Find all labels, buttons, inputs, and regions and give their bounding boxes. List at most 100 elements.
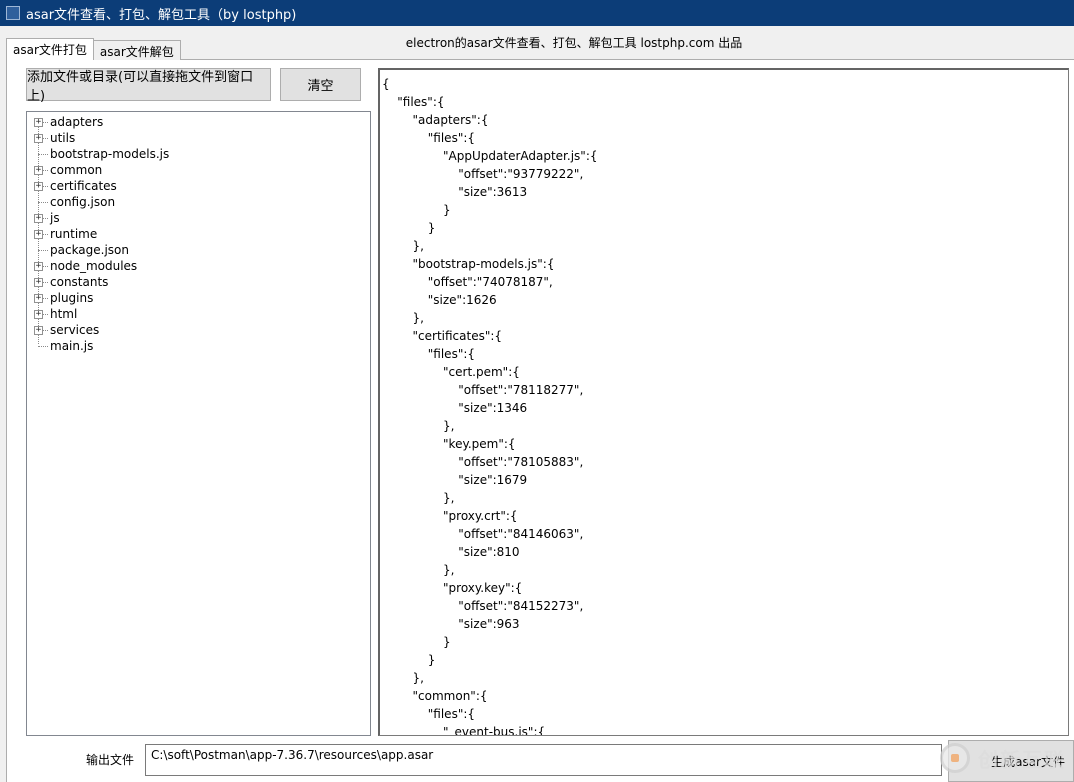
expand-icon[interactable]: + bbox=[34, 230, 43, 239]
json-line: }, bbox=[382, 419, 455, 433]
tree-branch-line bbox=[43, 186, 48, 187]
tree-branch-line bbox=[43, 298, 48, 299]
json-line: }, bbox=[382, 239, 424, 253]
tree-item[interactable]: + js bbox=[27, 210, 370, 226]
tree-item-label: node_modules bbox=[50, 259, 138, 273]
tree-item[interactable]: + certificates bbox=[27, 178, 370, 194]
tree-item-label: runtime bbox=[50, 227, 98, 241]
json-line: "files":{ bbox=[382, 95, 445, 109]
json-line: "cert.pem":{ bbox=[382, 365, 520, 379]
tree-branch-line bbox=[43, 122, 48, 123]
json-line: }, bbox=[382, 671, 424, 685]
json-line: { bbox=[382, 77, 390, 91]
tree-item-label: config.json bbox=[50, 195, 116, 209]
tree-item[interactable]: main.js bbox=[27, 338, 370, 354]
json-line: } bbox=[382, 635, 451, 649]
json-line: "size":1626 bbox=[382, 293, 497, 307]
json-line: "size":3613 bbox=[382, 185, 528, 199]
tree-item[interactable]: + plugins bbox=[27, 290, 370, 306]
tree-item[interactable]: + constants bbox=[27, 274, 370, 290]
expand-icon[interactable]: + bbox=[34, 278, 43, 287]
file-tree[interactable]: + adapters + utils bootstrap-models.js + commo… bbox=[26, 111, 371, 736]
tree-leaf-line bbox=[38, 250, 48, 251]
json-line: "_event-bus.js":{ bbox=[382, 725, 546, 736]
clear-button[interactable]: 清空 bbox=[280, 68, 361, 101]
generate-asar-button[interactable]: 生成asar文件 bbox=[948, 740, 1074, 782]
app-icon bbox=[6, 6, 20, 20]
json-line: "AppUpdaterAdapter.js":{ bbox=[382, 149, 598, 163]
json-line: }, bbox=[382, 491, 455, 505]
json-line: } bbox=[382, 203, 451, 217]
tree-item-label: plugins bbox=[50, 291, 94, 305]
tree-item-label: services bbox=[50, 323, 100, 337]
tree-item-label: bootstrap-models.js bbox=[50, 147, 170, 161]
json-line: "common":{ bbox=[382, 689, 488, 703]
json-line: "offset":"93779222", bbox=[382, 167, 584, 181]
json-line: "key.pem":{ bbox=[382, 437, 516, 451]
tree-item[interactable]: + utils bbox=[27, 130, 370, 146]
tree-item[interactable]: + adapters bbox=[27, 114, 370, 130]
tree-item-label: main.js bbox=[50, 339, 94, 353]
json-line: "offset":"78105883", bbox=[382, 455, 584, 469]
tree-item[interactable]: + node_modules bbox=[27, 258, 370, 274]
tree-branch-line bbox=[43, 314, 48, 315]
json-line: "files":{ bbox=[382, 347, 476, 361]
tree-item-label: utils bbox=[50, 131, 76, 145]
json-line: "bootstrap-models.js":{ bbox=[382, 257, 555, 271]
tree-branch-line bbox=[43, 218, 48, 219]
tree-leaf-line bbox=[38, 346, 48, 347]
tree-item[interactable]: + common bbox=[27, 162, 370, 178]
expand-icon[interactable]: + bbox=[34, 294, 43, 303]
tree-item-label: common bbox=[50, 163, 103, 177]
tree-leaf-line bbox=[38, 202, 48, 203]
add-files-button[interactable]: 添加文件或目录(可以直接拖文件到窗口上) bbox=[26, 68, 271, 104]
json-line: "size":1679 bbox=[382, 473, 528, 487]
tree-item[interactable]: config.json bbox=[27, 194, 370, 210]
tree-branch-line bbox=[43, 138, 48, 139]
expand-icon[interactable]: + bbox=[34, 310, 43, 319]
expand-icon[interactable]: + bbox=[34, 182, 43, 191]
expand-icon[interactable]: + bbox=[34, 134, 43, 143]
tab-bar: asar文件打包 asar文件解包 bbox=[6, 38, 181, 60]
tab-pack[interactable]: asar文件打包 bbox=[6, 38, 94, 60]
tree-item[interactable]: + services bbox=[27, 322, 370, 338]
json-line: "proxy.crt":{ bbox=[382, 509, 518, 523]
json-line: "adapters":{ bbox=[382, 113, 489, 127]
tree-item-label: constants bbox=[50, 275, 109, 289]
json-line: }, bbox=[382, 311, 424, 325]
expand-icon[interactable]: + bbox=[34, 214, 43, 223]
tree-item[interactable]: + html bbox=[27, 306, 370, 322]
tree-item[interactable]: package.json bbox=[27, 242, 370, 258]
tree-item-label: certificates bbox=[50, 179, 117, 193]
output-label: 输出文件 bbox=[86, 753, 135, 767]
json-line: "offset":"78118277", bbox=[382, 383, 584, 397]
json-line: "files":{ bbox=[382, 707, 476, 721]
tree-item[interactable]: + runtime bbox=[27, 226, 370, 242]
tree-item[interactable]: bootstrap-models.js bbox=[27, 146, 370, 162]
tree-item-label: adapters bbox=[50, 115, 104, 129]
json-line: "offset":"74078187", bbox=[382, 275, 553, 289]
tree-branch-line bbox=[43, 234, 48, 235]
json-line: "proxy.key":{ bbox=[382, 581, 523, 595]
json-line: "files":{ bbox=[382, 131, 476, 145]
tree-leaf-line bbox=[38, 154, 48, 155]
json-line: "offset":"84152273", bbox=[382, 599, 584, 613]
json-line: "certificates":{ bbox=[382, 329, 503, 343]
expand-icon[interactable]: + bbox=[34, 166, 43, 175]
output-path-field[interactable]: C:\soft\Postman\app-7.36.7\resources\app… bbox=[145, 744, 942, 776]
json-line: } bbox=[382, 221, 436, 235]
tab-unpack[interactable]: asar文件解包 bbox=[92, 40, 181, 60]
json-line: "size":963 bbox=[382, 617, 520, 631]
tree-branch-line bbox=[43, 266, 48, 267]
json-line: "offset":"84146063", bbox=[382, 527, 584, 541]
tree-branch-line bbox=[43, 170, 48, 171]
expand-icon[interactable]: + bbox=[34, 118, 43, 127]
tree-item-label: package.json bbox=[50, 243, 130, 257]
tree-branch-line bbox=[43, 330, 48, 331]
window-title: asar文件查看、打包、解包工具（by lostphp) bbox=[26, 7, 297, 23]
json-viewer[interactable]: { "files":{ "adapters":{ "files":{ "AppU… bbox=[378, 68, 1069, 736]
expand-icon[interactable]: + bbox=[34, 326, 43, 335]
tree-item-label: html bbox=[50, 307, 78, 321]
expand-icon[interactable]: + bbox=[34, 262, 43, 271]
tree-item-label: js bbox=[50, 211, 60, 225]
